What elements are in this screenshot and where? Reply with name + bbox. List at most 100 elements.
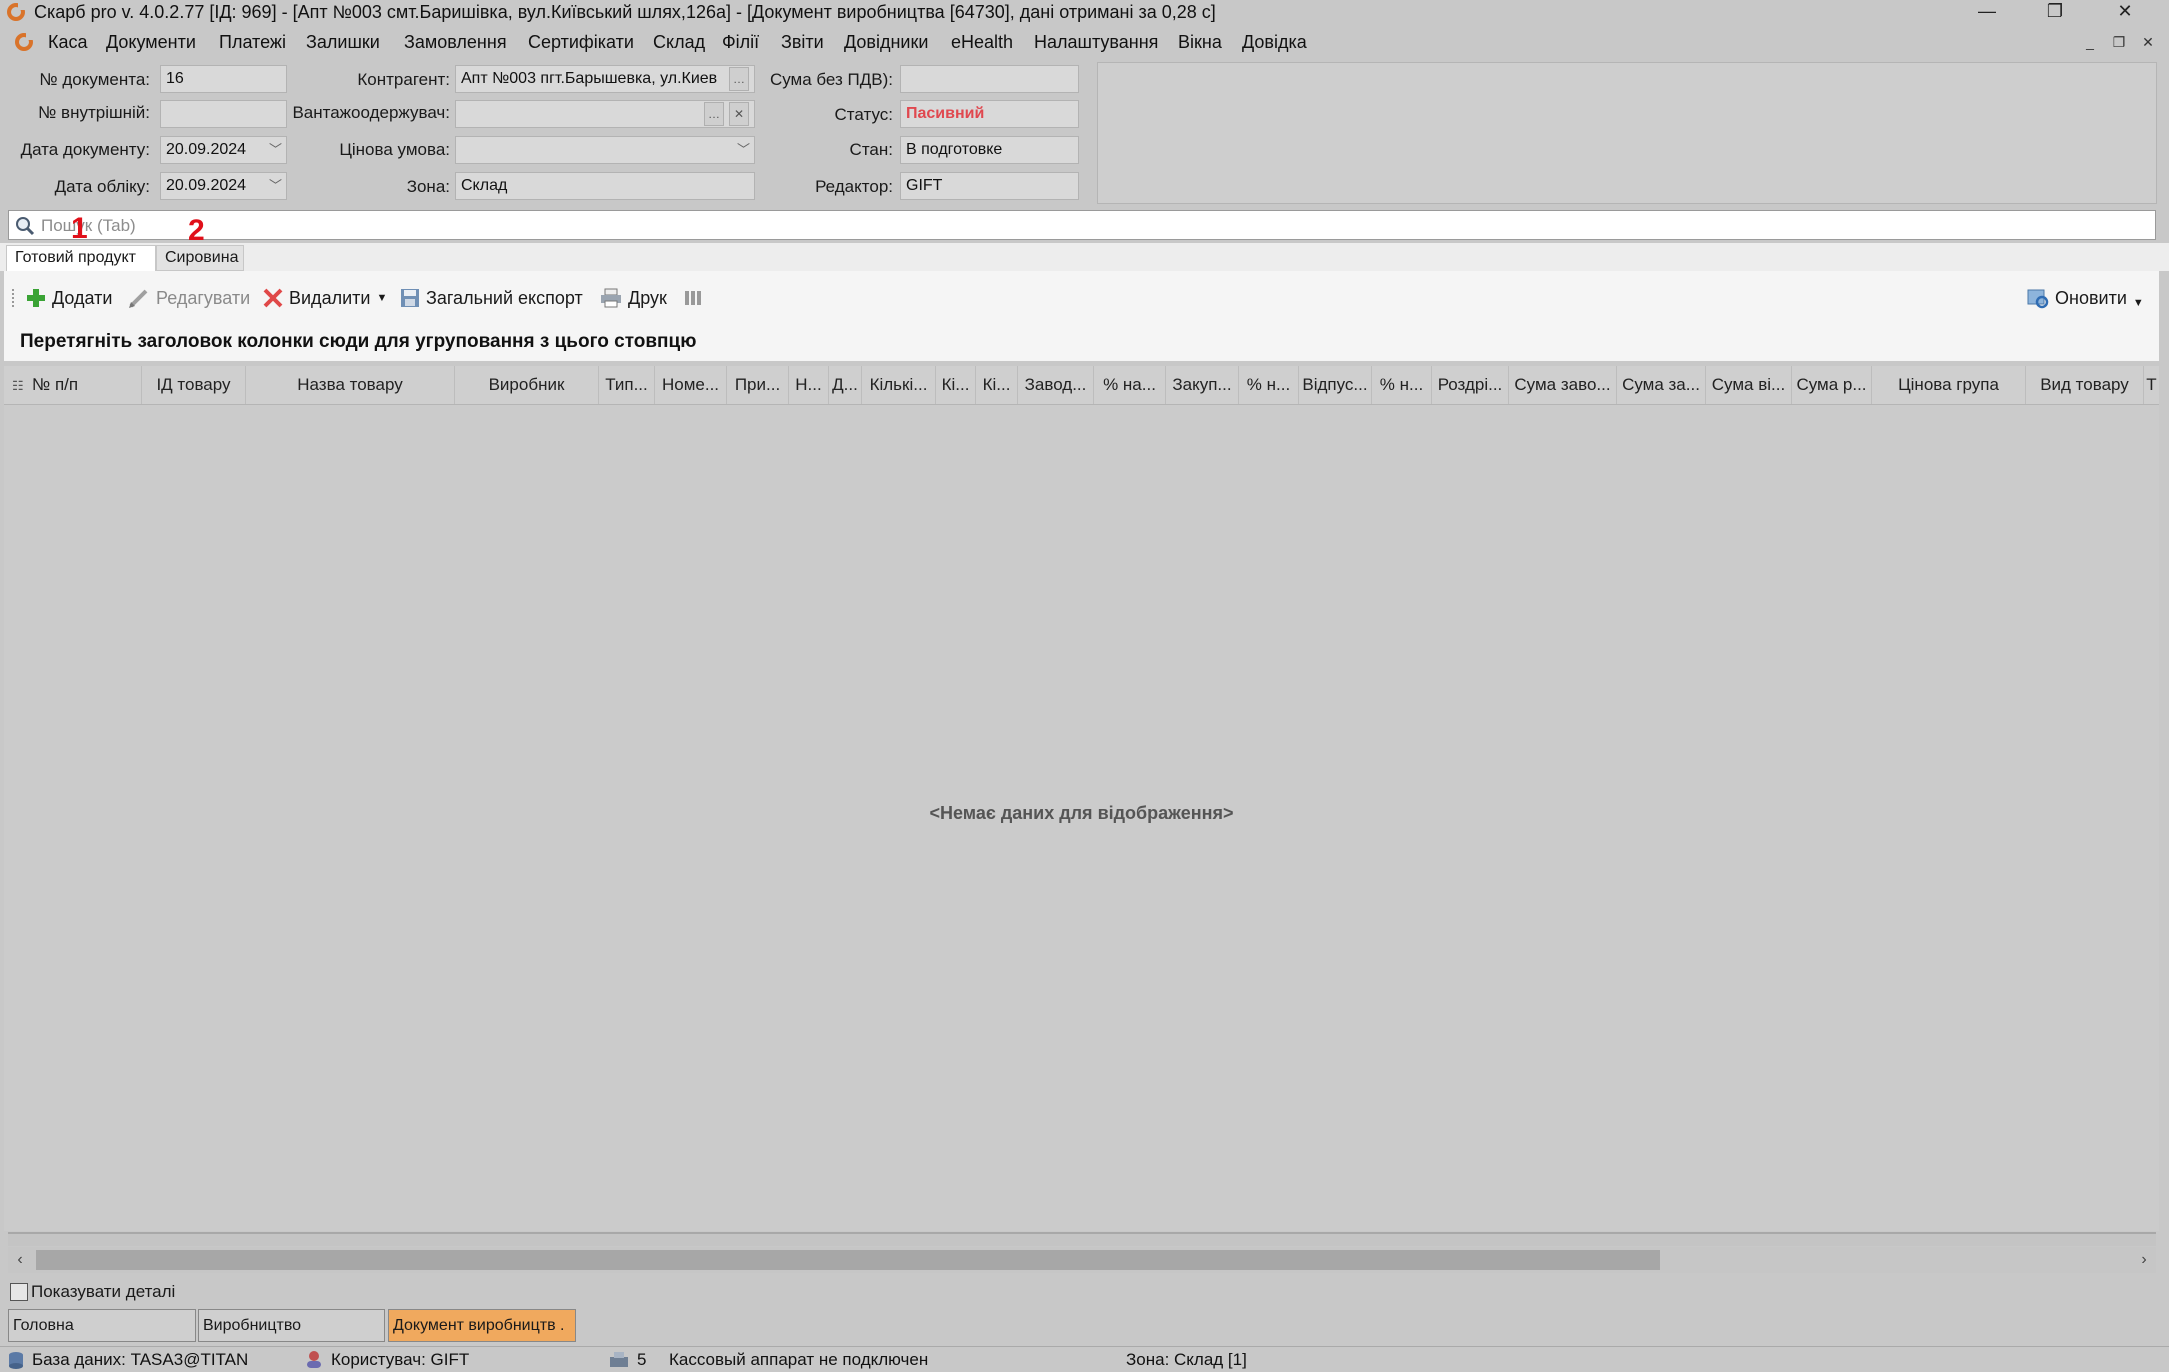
counterparty-label: Контрагент: [357, 70, 450, 89]
col-price-group[interactable]: Цінова група [1872, 366, 2026, 404]
mdi-minimize-button[interactable]: _ [2081, 34, 2099, 52]
doc-date-field[interactable]: 20.09.2024 ﹀ [160, 136, 287, 164]
col-product-name[interactable]: Назва товару [246, 366, 455, 404]
add-button[interactable]: Додати [26, 283, 112, 313]
refresh-button[interactable]: Оновити ▼ [2027, 283, 2144, 313]
grid-body[interactable]: <Немає даних для відображення> [4, 405, 2159, 1231]
scroll-left-icon[interactable]: ‹ [8, 1247, 32, 1273]
menu-branches[interactable]: Філії [722, 32, 759, 53]
column-chooser-button[interactable] [684, 283, 702, 313]
col-t[interactable]: Т [2144, 366, 2159, 404]
col-n[interactable]: Н... [789, 366, 829, 404]
export-button[interactable]: Загальний експорт [400, 283, 583, 313]
window-tab-production-document[interactable]: Документ виробництв . [388, 1309, 576, 1342]
menu-certificates[interactable]: Сертифікати [528, 32, 634, 53]
refresh-icon [2027, 289, 2049, 309]
search-input[interactable] [39, 213, 2143, 239]
print-button[interactable]: Друк [600, 283, 667, 313]
menu-help[interactable]: Довідка [1242, 32, 1307, 53]
col-row-number[interactable]: № п/п [30, 366, 142, 404]
consignee-ellipsis-button[interactable]: … [704, 102, 724, 126]
search-bar[interactable] [8, 210, 2156, 240]
window-tab-production[interactable]: Виробництво [198, 1309, 385, 1342]
tab-finished-product[interactable]: Готовий продукт [6, 245, 156, 271]
col-manufacturer[interactable]: Виробник [455, 366, 599, 404]
chevron-down-icon[interactable]: ﹀ [737, 137, 750, 163]
grid-menu-icon[interactable]: ☷ [12, 378, 24, 394]
doc-number-field[interactable]: 16 [160, 65, 287, 93]
col-product-kind[interactable]: Вид товару [2026, 366, 2144, 404]
menu-documents[interactable]: Документи [106, 32, 196, 53]
col-pri[interactable]: При... [727, 366, 789, 404]
scrollbar-thumb[interactable] [36, 1250, 1660, 1270]
status-count: 5 [637, 1350, 647, 1369]
plus-icon [27, 289, 45, 307]
price-condition-field[interactable]: ﹀ [455, 136, 755, 164]
zone-field[interactable]: Склад [455, 172, 755, 200]
account-date-field[interactable]: 20.09.2024 ﹀ [160, 172, 287, 200]
dropdown-caret-icon[interactable]: ▼ [376, 283, 387, 313]
menu-balances[interactable]: Залишки [306, 32, 380, 53]
app-menu-icon[interactable] [14, 32, 34, 52]
mdi-close-button[interactable]: ✕ [2139, 34, 2157, 52]
col-percent-n-2[interactable]: % н... [1372, 366, 1432, 404]
menu-payments[interactable]: Платежі [219, 32, 286, 53]
status-label: Статус: [834, 105, 893, 124]
col-purchase[interactable]: Закуп... [1166, 366, 1239, 404]
consignee-clear-button[interactable]: ✕ [729, 102, 749, 126]
horizontal-scrollbar[interactable]: ‹ › [8, 1247, 2156, 1273]
window-tab-main[interactable]: Головна [8, 1309, 196, 1342]
window-title: Скарб pro v. 4.0.2.77 [ІД: 969] - [Апт №… [34, 2, 1216, 22]
col-sum-factory[interactable]: Сума заво... [1509, 366, 1617, 404]
col-ki-2[interactable]: Кі... [976, 366, 1018, 404]
menu-orders[interactable]: Замовлення [404, 32, 507, 53]
col-retail[interactable]: Роздрі... [1432, 366, 1509, 404]
menu-warehouse[interactable]: Склад [653, 32, 705, 53]
col-d[interactable]: Д... [829, 366, 862, 404]
col-percent-markup[interactable]: % на... [1094, 366, 1166, 404]
col-quantity[interactable]: Кількі... [862, 366, 936, 404]
zone-label: Зона: [406, 177, 450, 196]
col-type[interactable]: Тип... [599, 366, 655, 404]
menu-settings[interactable]: Налаштування [1034, 32, 1158, 53]
edit-button[interactable]: Редагувати [128, 283, 250, 313]
minimize-button[interactable]: — [1964, 0, 2010, 22]
col-sum-retail[interactable]: Сума р... [1792, 366, 1872, 404]
dropdown-caret-icon[interactable]: ▼ [2133, 288, 2144, 318]
col-sum-release[interactable]: Сума ві... [1706, 366, 1792, 404]
counterparty-field[interactable]: Апт №003 пгт.Барышевка, ул.Киев [455, 65, 755, 93]
user-icon [307, 1351, 321, 1368]
status-zone: Зона: Склад [1] [1126, 1350, 1247, 1369]
chevron-down-icon[interactable]: ﹀ [269, 137, 282, 163]
toolbar-grip[interactable] [12, 289, 17, 307]
header-right-panel [1097, 62, 2157, 204]
col-release[interactable]: Відпус... [1299, 366, 1372, 404]
menu-directories[interactable]: Довідники [844, 32, 928, 53]
col-product-id[interactable]: ІД товару [142, 366, 246, 404]
col-ki-1[interactable]: Кі... [936, 366, 976, 404]
col-nomenclature[interactable]: Номе... [655, 366, 727, 404]
sum-no-vat-label: Сума без ПДВ): [769, 70, 893, 89]
status-field: Пасивний [900, 100, 1079, 128]
chevron-down-icon[interactable]: ﹀ [269, 173, 282, 199]
printer-icon [601, 288, 621, 308]
scroll-right-icon[interactable]: › [2132, 1247, 2156, 1273]
restore-button[interactable]: ❐ [2032, 0, 2078, 22]
add-label: Додати [52, 288, 113, 308]
menu-reports[interactable]: Звіти [781, 32, 824, 53]
delete-button[interactable]: Видалити ▼ [263, 283, 387, 313]
menu-ehealth[interactable]: eHealth [951, 32, 1013, 53]
close-button[interactable]: ✕ [2102, 0, 2148, 22]
internal-number-field[interactable] [160, 100, 287, 128]
tab-raw-material[interactable]: Сировина [156, 245, 244, 271]
counterparty-ellipsis-button[interactable]: … [729, 67, 749, 91]
price-condition-label: Цінова умова: [339, 140, 450, 159]
cash-register-icon [610, 1352, 628, 1367]
col-percent-n-1[interactable]: % н... [1239, 366, 1299, 404]
menu-kasa[interactable]: Каса [48, 32, 88, 53]
col-factory[interactable]: Завод... [1018, 366, 1094, 404]
mdi-restore-button[interactable]: ❐ [2110, 34, 2128, 52]
menu-windows[interactable]: Вікна [1178, 32, 1222, 53]
show-details-checkbox[interactable] [10, 1283, 28, 1301]
col-sum-purchase[interactable]: Сума за... [1617, 366, 1706, 404]
